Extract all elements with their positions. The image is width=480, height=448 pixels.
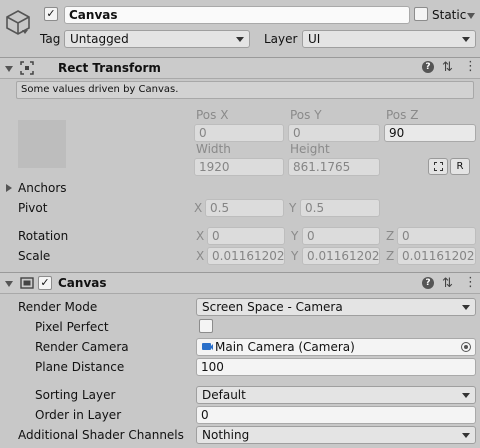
info-box: Some values driven by Canvas. (16, 81, 474, 99)
sorting-layer-label: Sorting Layer (35, 388, 116, 402)
blueprint-mode-button[interactable] (428, 158, 448, 175)
preset-icon[interactable]: ⇅ (442, 276, 453, 291)
anchors-foldout-arrow[interactable] (6, 184, 12, 192)
render-mode-dropdown[interactable]: Screen Space - Camera (196, 298, 476, 316)
layer-dropdown[interactable]: UI (302, 30, 476, 48)
chevron-down-icon (462, 305, 470, 310)
chevron-down-icon (462, 393, 470, 398)
shader-channels-dropdown[interactable]: Nothing (196, 426, 476, 444)
pos-x-field: 0 (194, 124, 284, 142)
rotation-label: Rotation (18, 229, 69, 243)
width-label: Width (196, 142, 231, 156)
render-camera-value: Main Camera (Camera) (215, 340, 355, 354)
pivot-y-field: 0.5 (300, 199, 380, 217)
render-camera-field[interactable]: Main Camera (Camera) (196, 338, 476, 356)
plane-distance-label: Plane Distance (35, 360, 125, 374)
render-camera-label: Render Camera (35, 340, 129, 354)
scale-x-label: X (196, 249, 205, 263)
rotation-x-label: X (196, 229, 205, 243)
static-checkbox[interactable] (414, 7, 428, 21)
rect-transform-header[interactable]: Rect Transform ? ⇅ ⋮ (0, 57, 480, 79)
rotation-y-label: Y (291, 229, 299, 243)
rotation-z-label: Z (386, 229, 395, 243)
scale-z-field: 0.01161202 (397, 247, 476, 265)
scale-z-label: Z (386, 249, 395, 263)
shader-channels-value: Nothing (202, 428, 250, 442)
camera-icon-lens (210, 344, 213, 350)
rotation-z-field: 0 (397, 227, 476, 245)
foldout-arrow-icon[interactable] (5, 281, 13, 287)
more-icon[interactable]: ⋮ (464, 59, 477, 74)
scale-y-label: Y (291, 249, 299, 263)
static-dropdown-arrow[interactable] (467, 13, 475, 19)
gameobject-icon-dropdown-arrow[interactable] (22, 30, 28, 34)
canvas-title: Canvas (58, 276, 107, 290)
chevron-down-icon (462, 37, 470, 42)
foldout-arrow-icon[interactable] (5, 66, 13, 72)
info-text: Some values driven by Canvas. (21, 84, 179, 95)
pivot-y-label: Y (289, 201, 297, 215)
pivot-x-field: 0.5 (205, 199, 284, 217)
canvas-component-header[interactable]: ✓ Canvas ? ⇅ ⋮ (0, 272, 480, 294)
preset-icon[interactable]: ⇅ (442, 60, 453, 75)
order-in-layer-label: Order in Layer (35, 408, 122, 422)
rotation-y-field: 0 (302, 227, 380, 245)
pivot-x-label: X (194, 201, 203, 215)
order-in-layer-input[interactable]: 0 (196, 406, 476, 424)
chevron-down-icon (236, 37, 244, 42)
scale-x-field: 0.01161202 (207, 247, 285, 265)
plane-distance-input[interactable]: 100 (196, 358, 476, 376)
help-icon[interactable]: ? (422, 61, 434, 73)
shader-channels-label: Additional Shader Channels (18, 428, 184, 442)
pos-y-field: 0 (288, 124, 380, 142)
raw-edit-button[interactable]: R (450, 158, 470, 175)
object-name-input[interactable]: Canvas (64, 6, 410, 24)
scale-label: Scale (18, 249, 51, 263)
pixel-perfect-label: Pixel Perfect (35, 320, 109, 334)
pos-y-label: Pos Y (290, 108, 322, 122)
canvas-enabled-checkbox[interactable]: ✓ (38, 276, 52, 290)
height-field: 861.1765 (288, 158, 380, 176)
rotation-x-field: 0 (207, 227, 285, 245)
pos-z-label: Pos Z (386, 108, 419, 122)
object-picker-icon[interactable] (461, 342, 471, 352)
anchors-label[interactable]: Anchors (18, 181, 67, 195)
chevron-down-icon (462, 433, 470, 438)
blueprint-icon (433, 162, 443, 171)
scale-y-field: 0.01161202 (302, 247, 380, 265)
sorting-layer-value: Default (202, 388, 246, 402)
sorting-layer-dropdown[interactable]: Default (196, 386, 476, 404)
static-label: Static (432, 8, 467, 22)
help-icon[interactable]: ? (422, 277, 434, 289)
rect-transform-title: Rect Transform (58, 61, 161, 75)
pivot-label: Pivot (18, 201, 48, 215)
rect-transform-icon (20, 61, 34, 75)
tag-dropdown[interactable]: Untagged (64, 30, 250, 48)
pixel-perfect-checkbox[interactable] (199, 319, 213, 333)
canvas-component-icon (20, 277, 34, 289)
gameobject-header: ✓ Canvas Static Tag Untagged Layer UI (0, 0, 480, 58)
render-mode-value: Screen Space - Camera (202, 300, 343, 314)
tag-label: Tag (40, 32, 61, 46)
layer-value: UI (308, 32, 321, 46)
active-checkbox[interactable]: ✓ (44, 7, 58, 21)
height-label: Height (290, 142, 330, 156)
layer-label: Layer (264, 32, 298, 46)
pos-x-label: Pos X (196, 108, 229, 122)
anchor-presets-button (18, 120, 66, 168)
width-field: 1920 (194, 158, 284, 176)
more-icon[interactable]: ⋮ (464, 275, 477, 290)
tag-value: Untagged (70, 32, 129, 46)
render-mode-label: Render Mode (18, 300, 98, 314)
pos-z-field[interactable]: 90 (384, 124, 476, 142)
